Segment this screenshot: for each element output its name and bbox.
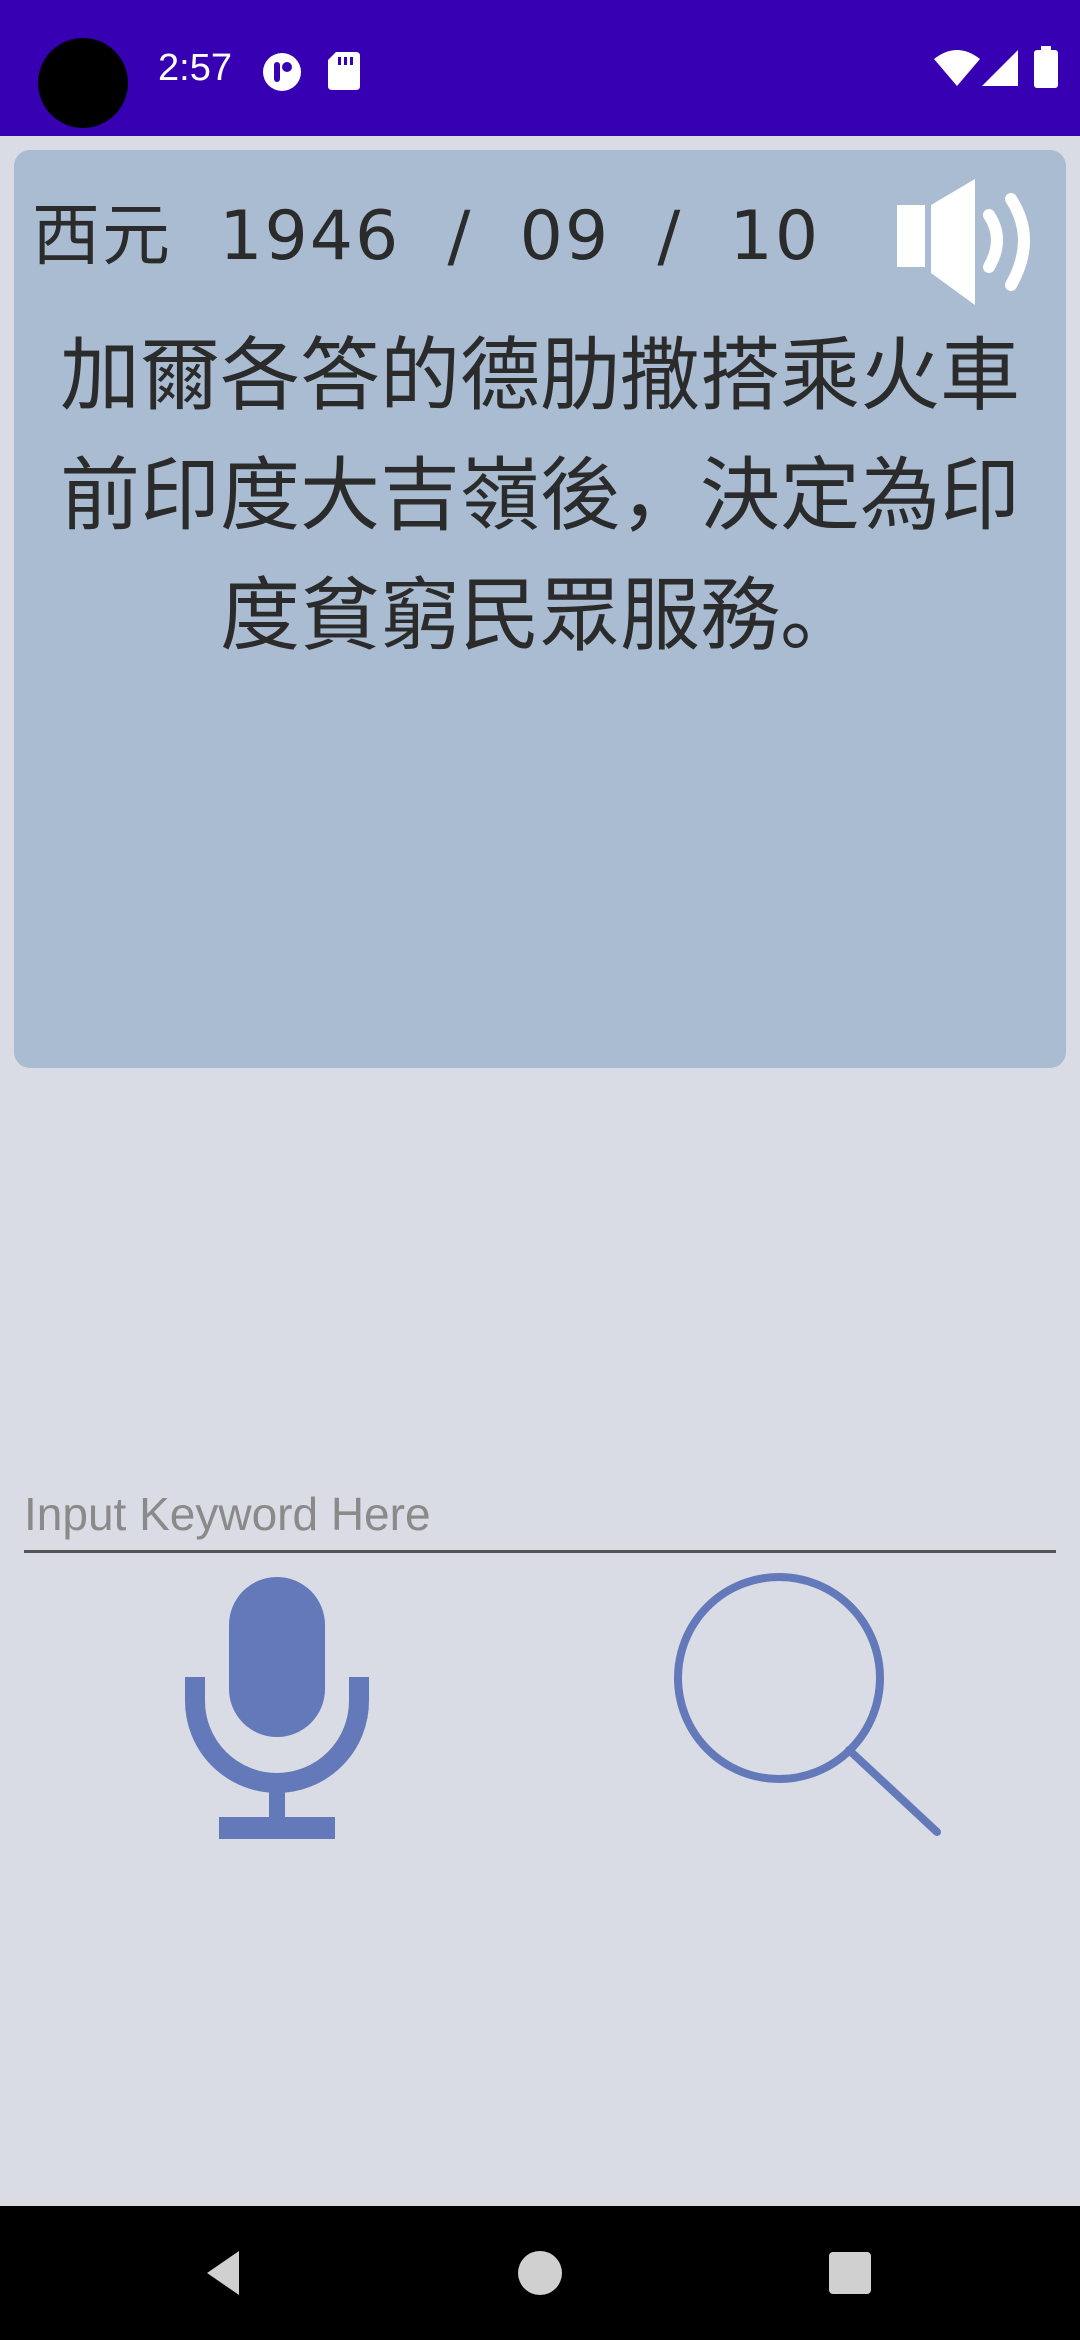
event-description: 加爾各答的德肋撒搭乘火車前印度大吉嶺後，決定為印度貧窮民眾服務。 (60, 329, 1020, 662)
keyword-search-input[interactable] (24, 1478, 1056, 1553)
recents-button[interactable] (805, 2228, 895, 2318)
back-button[interactable] (180, 2228, 270, 2318)
home-icon (518, 2251, 562, 2295)
app-notification-icon (263, 53, 301, 91)
back-icon (207, 2251, 239, 2295)
microphone-icon (185, 1577, 369, 1839)
navigation-bar (0, 2206, 1080, 2340)
voice-input-button[interactable] (170, 1568, 384, 1848)
battery-icon (1034, 46, 1058, 88)
sd-card-icon (328, 52, 360, 90)
home-button[interactable] (495, 2228, 585, 2318)
speaker-button[interactable] (890, 172, 1050, 312)
status-bar: 2:57 (0, 0, 1080, 136)
event-date: 西元 1946 / 09 / 10 (32, 197, 821, 276)
search-icon (674, 1573, 941, 1836)
recents-icon (829, 2252, 871, 2294)
wifi-icon (934, 50, 980, 86)
cell-signal-icon (982, 50, 1018, 86)
speaker-volume-icon (897, 179, 1030, 305)
search-button[interactable] (660, 1568, 950, 1848)
status-time: 2:57 (158, 47, 232, 89)
event-card: 西元 1946 / 09 / 10 加爾各答的德肋撒搭乘火車前印度大吉嶺後，決定… (14, 150, 1066, 1068)
camera-cutout (38, 38, 128, 128)
